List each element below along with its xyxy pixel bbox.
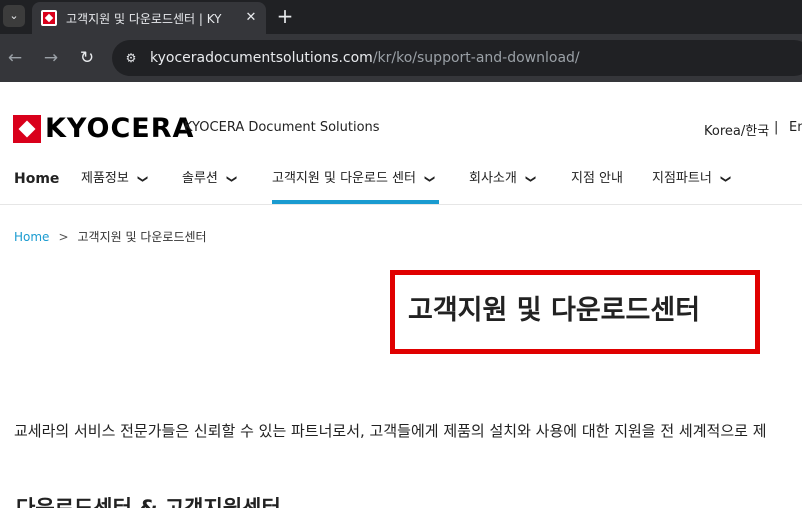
chevron-down-icon: ❯	[720, 174, 732, 184]
chevron-down-icon: ❯	[226, 174, 238, 184]
nav-item-branches[interactable]: 지점 안내	[571, 164, 623, 204]
tab-title: 고객지원 및 다운로드센터 | KY	[66, 12, 222, 26]
breadcrumb-separator: >	[58, 230, 69, 244]
brand-subtitle: KYOCERA Document Solutions	[184, 120, 380, 135]
chevron-down-icon: ❯	[137, 174, 149, 184]
nav-item-label: 솔루션	[182, 171, 218, 186]
nav-item-support-download[interactable]: 고객지원 및 다운로드 센터 ❯	[272, 164, 439, 204]
breadcrumb: Home > 고객지원 및 다운로드센터	[14, 228, 207, 245]
forward-icon[interactable]: →	[39, 46, 63, 70]
favicon-icon	[41, 10, 57, 26]
url-host: kyoceradocumentsolutions.com	[150, 50, 373, 66]
browser-tab-strip: ⌄ 고객지원 및 다운로드센터 | KY ✕ +	[0, 0, 802, 34]
nav-item-label: 회사소개	[469, 171, 517, 186]
nav-item-products[interactable]: 제품정보 ❯	[81, 164, 148, 204]
site-info-icon[interactable]: ⚙	[122, 49, 140, 67]
back-icon[interactable]: ←	[3, 46, 27, 70]
language-english-link[interactable]: En	[789, 120, 802, 135]
browser-tab[interactable]: 고객지원 및 다운로드센터 | KY ✕	[32, 2, 266, 34]
nav-divider	[0, 204, 802, 205]
main-navigation: Home 제품정보 ❯ 솔루션 ❯ 고객지원 및 다운로드 센터 ❯ 회사소개 ❯ 지점…	[0, 164, 802, 204]
breadcrumb-home-link[interactable]: Home	[14, 230, 49, 244]
close-icon[interactable]: ✕	[242, 9, 260, 27]
chevron-down-icon: ❯	[424, 174, 436, 184]
kyocera-logo-mark-icon	[13, 115, 41, 143]
url-path: /kr/ko/support-and-download/	[372, 50, 580, 66]
nav-item-label: 제품정보	[81, 171, 129, 186]
web-page: KYOCERA KYOCERA Document Solutions Korea…	[0, 82, 802, 508]
nav-home[interactable]: Home	[14, 164, 59, 204]
breadcrumb-current: 고객지원 및 다운로드센터	[77, 230, 207, 244]
language-korea-link[interactable]: Korea/한국	[704, 120, 769, 139]
reload-icon[interactable]: ↻	[75, 46, 99, 70]
page-title: 고객지원 및 다운로드센터	[408, 295, 701, 326]
logo-wordmark: KYOCERA	[45, 113, 195, 144]
address-bar[interactable]: ⚙ kyoceradocumentsolutions.com/kr/ko/sup…	[112, 40, 802, 76]
chevron-down-icon: ❯	[525, 174, 537, 184]
nav-item-label: 지점파트너	[652, 171, 712, 186]
intro-text: 교세라의 서비스 전문가들은 신뢰할 수 있는 파트너로서, 고객들에게 제품의…	[14, 422, 767, 440]
url-text[interactable]: kyoceradocumentsolutions.com/kr/ko/suppo…	[150, 49, 580, 67]
browser-toolbar: ← → ↻ ⚙ kyoceradocumentsolutions.com/kr/…	[0, 34, 802, 82]
language-separator: |	[774, 120, 779, 135]
nav-item-label: 지점 안내	[571, 171, 623, 186]
nav-item-company[interactable]: 회사소개 ❯	[469, 164, 536, 204]
section-heading: 다운로드센터 & 고객지원센터	[16, 496, 281, 508]
tab-search-icon[interactable]: ⌄	[3, 5, 25, 27]
nav-item-partners[interactable]: 지점파트너 ❯	[652, 164, 731, 204]
plus-icon[interactable]: +	[273, 5, 297, 29]
nav-item-label: 고객지원 및 다운로드 센터	[272, 171, 416, 186]
nav-item-solutions[interactable]: 솔루션 ❯	[182, 164, 237, 204]
